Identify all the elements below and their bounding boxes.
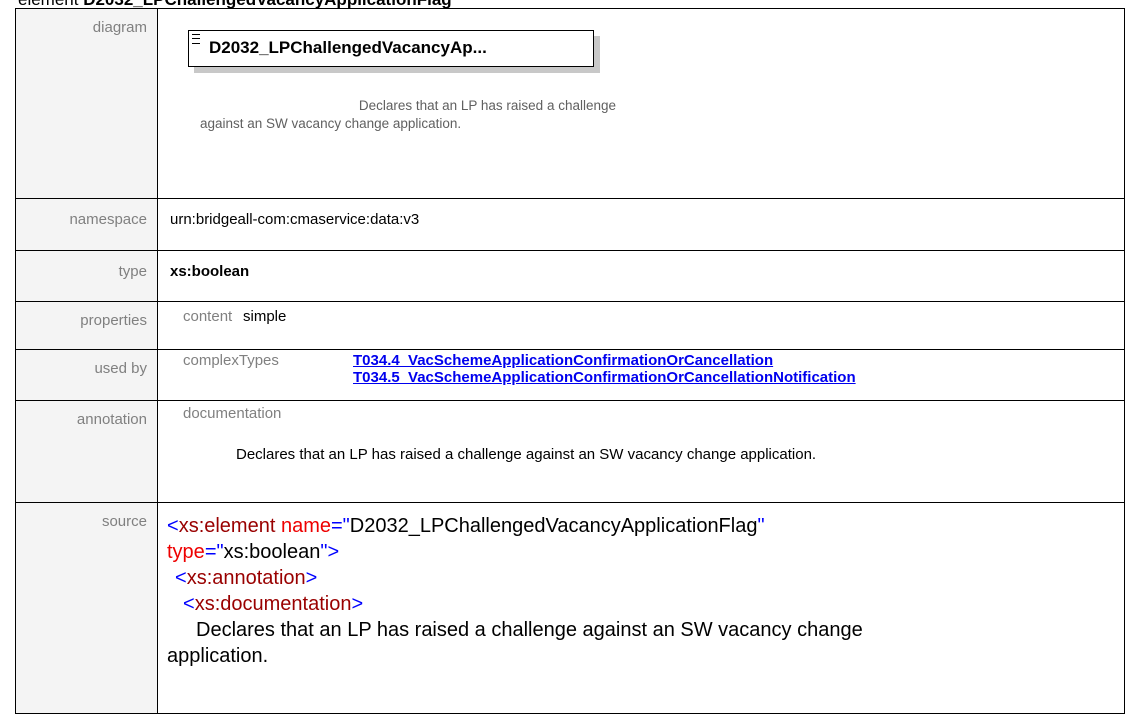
used-by-cell: complexTypes T034.4_VacSchemeApplication… [157,349,1125,401]
used-by-links: T034.4_VacSchemeApplicationConfirmationO… [353,352,856,386]
type-row: type xs:boolean [15,250,1125,302]
used-by-link-t034-5[interactable]: T034.5_VacSchemeApplicationConfirmationO… [353,369,856,386]
annotation-row: annotation documentation Declares that a… [15,400,1125,503]
source-line-6: application. [167,645,269,667]
source-line-2: type="xs:boolean"> [167,541,340,563]
namespace-row: namespace urn:bridgeall-com:cmaservice:d… [15,198,1125,251]
used-by-key: complexTypes [183,352,279,369]
annotation-text: Declares that an LP has raised a challen… [236,446,817,463]
diagram-documentation: Declares that an LP has raised a challen… [196,97,616,133]
annotation-cell: documentation Declares that an LP has ra… [157,400,1125,503]
diagram-row: diagram D2032_LPChallengedVacancyAp... D… [15,8,1125,199]
source-line-5: Declares that an LP has raised a challen… [196,619,863,641]
type-value: xs:boolean [157,250,1125,302]
diagram-label: diagram [15,8,158,199]
used-by-row: used by complexTypes T034.4_VacSchemeApp… [15,349,1125,401]
used-by-label: used by [15,349,158,401]
type-label: type [15,250,158,302]
diagram-element-name: D2032_LPChallengedVacancyAp... [209,38,487,57]
menu-lines-icon [192,34,200,44]
namespace-label: namespace [15,198,158,251]
namespace-value: urn:bridgeall-com:cmaservice:data:v3 [157,198,1125,251]
element-box[interactable]: D2032_LPChallengedVacancyAp... [188,30,594,67]
properties-cell: content simple [157,301,1125,350]
source-line-4: <xs:documentation> [183,593,364,615]
diagram-doc-line-1: Declares that an LP has raised a challen… [358,98,616,113]
source-line-3: <xs:annotation> [175,567,318,589]
diagram-doc-line-2: against an SW vacancy change application… [200,116,462,131]
properties-value: simple [243,308,287,325]
properties-row: properties content simple [15,301,1125,350]
annotation-key: documentation [183,405,282,422]
used-by-link-t034-4[interactable]: T034.4_VacSchemeApplicationConfirmationO… [353,352,856,369]
source-code: <xs:element name="D2032_LPChallengedVaca… [158,503,1124,669]
diagram-cell: D2032_LPChallengedVacancyAp... Declares … [157,8,1125,199]
properties-label: properties [15,301,158,350]
properties-key: content [183,308,233,325]
element-doc-table: diagram D2032_LPChallengedVacancyAp... D… [15,8,1125,714]
annotation-label: annotation [15,400,158,503]
source-line-1: <xs:element name="D2032_LPChallengedVaca… [167,515,765,537]
